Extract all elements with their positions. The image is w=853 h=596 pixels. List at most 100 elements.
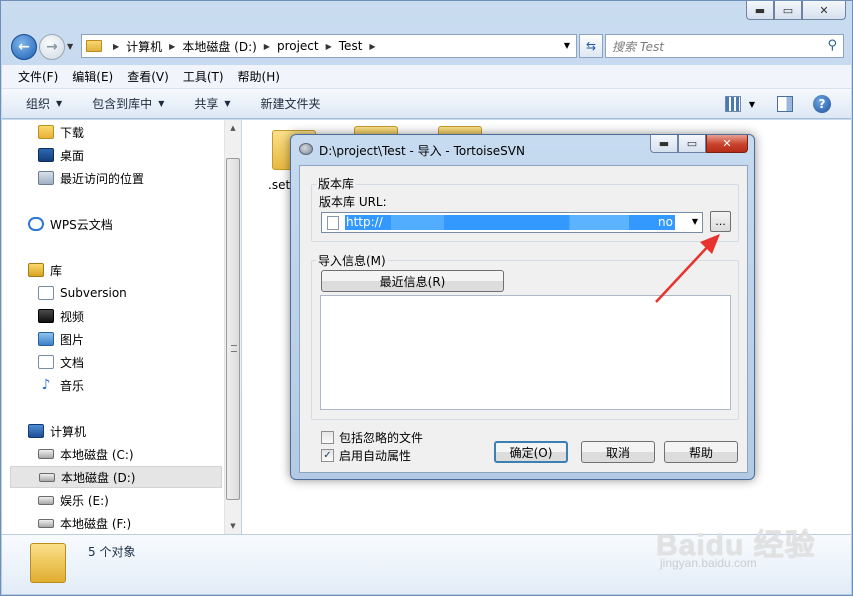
import-message-label: 导入信息(M) [316, 252, 388, 269]
nav-item-subversion[interactable]: Subversion [38, 282, 224, 304]
menu-edit[interactable]: 编辑(E) [72, 68, 113, 85]
dialog-maximize-button[interactable]: ▭ [678, 135, 706, 153]
dialog-close-button[interactable]: ✕ [706, 135, 748, 153]
chevron-right-icon: ▶ [369, 41, 376, 51]
folder-icon [86, 40, 102, 52]
drive-icon [38, 495, 54, 505]
computer-icon [28, 424, 44, 438]
forward-arrow-icon: → [46, 39, 58, 55]
command-bar: 组织 ▼ 包含到库中 ▼ 共享 ▼ 新建文件夹 ▼ ? [2, 89, 851, 119]
breadcrumb-test[interactable]: Test [339, 39, 363, 53]
search-input[interactable]: 搜索 Test ⚲ [605, 34, 844, 58]
nav-item-downloads[interactable]: 下载 [38, 121, 224, 143]
checkbox-unchecked[interactable] [321, 431, 334, 444]
nav-item-documents[interactable]: 文档 [38, 351, 224, 373]
back-arrow-icon: ← [18, 39, 30, 55]
nav-item-drive-c[interactable]: 本地磁盘 (C:) [38, 443, 224, 465]
window-caption-buttons: ▬ ▭ ✕ [746, 1, 846, 20]
breadcrumb: ▶ 计算机 ▶ 本地磁盘 (D:) ▶ project ▶ Test ▶ [106, 38, 383, 55]
dialog-caption-buttons: ▬ ▭ ✕ [650, 135, 748, 153]
ok-button[interactable]: 确定(O) [494, 441, 568, 463]
repository-url-label: 版本库 URL: [319, 193, 387, 210]
nav-item-drive-d[interactable]: 本地磁盘 (D:) [10, 466, 222, 488]
chevron-right-icon: ▶ [169, 41, 176, 51]
refresh-icon: ⇆ [585, 39, 597, 53]
cancel-button[interactable]: 取消 [581, 441, 655, 463]
nav-item-drive-f[interactable]: 本地磁盘 (F:) [38, 512, 224, 534]
breadcrumb-project[interactable]: project [277, 39, 319, 53]
enable-autoprops-checkbox[interactable]: ✓ 启用自动属性 [321, 447, 411, 464]
search-placeholder: 搜索 Test [612, 39, 665, 54]
address-dropdown-icon[interactable]: ▼ [564, 41, 570, 50]
help-icon[interactable]: ? [813, 95, 831, 113]
include-in-library-button[interactable]: 包含到库中 ▼ [92, 95, 164, 112]
chevron-right-icon: ▶ [263, 41, 270, 51]
drive-icon [39, 472, 55, 482]
document-icon [327, 215, 339, 230]
organize-button[interactable]: 组织 ▼ [26, 95, 62, 112]
scroll-down-icon[interactable]: ▼ [225, 518, 241, 534]
nav-item-wps-cloud[interactable]: WPS云文档 [28, 213, 224, 235]
grip-icon [231, 345, 237, 352]
dialog-title: D:\project\Test - 导入 - TortoiseSVN [319, 144, 525, 158]
video-icon [38, 309, 54, 323]
minimize-button[interactable]: ▬ [746, 1, 774, 20]
chevron-down-icon: ▼ [56, 99, 63, 108]
nav-scrollbar[interactable]: ▲ ▼ [224, 120, 241, 534]
nav-item-videos[interactable]: 视频 [38, 305, 224, 327]
repository-url-combo[interactable]: http://no ▼ [321, 212, 703, 233]
nav-item-drive-e[interactable]: 娱乐 (E:) [38, 489, 224, 511]
help-button[interactable]: 帮助 [664, 441, 738, 463]
search-icon[interactable]: ⚲ [827, 38, 837, 53]
breadcrumb-computer[interactable]: 计算机 [126, 38, 162, 55]
nav-item-pictures[interactable]: 图片 [38, 328, 224, 350]
breadcrumb-drive-d[interactable]: 本地磁盘 (D:) [182, 38, 256, 55]
recent-pages-dropdown[interactable]: ▼ [67, 42, 73, 51]
command-bar-right: ▼ ? [724, 95, 831, 113]
nav-item-desktop[interactable]: 桌面 [38, 144, 224, 166]
new-folder-button[interactable]: 新建文件夹 [261, 95, 321, 112]
menu-help[interactable]: 帮助(H) [238, 68, 280, 85]
menu-view[interactable]: 查看(V) [127, 68, 169, 85]
chevron-down-icon[interactable]: ▼ [692, 217, 698, 226]
watermark-url: jingyan.baidu.com [660, 556, 757, 570]
nav-item-music[interactable]: ♪ 音乐 [38, 374, 224, 396]
address-bar[interactable]: ▶ 计算机 ▶ 本地磁盘 (D:) ▶ project ▶ Test ▶ ▼ [81, 34, 577, 58]
include-ignored-checkbox[interactable]: 包括忽略的文件 [321, 429, 423, 446]
annotation-arrow-icon [655, 234, 720, 303]
nav-item-computer[interactable]: 计算机 [28, 420, 224, 442]
maximize-button[interactable]: ▭ [774, 1, 802, 20]
address-row: ← → ▼ ▶ 计算机 ▶ 本地磁盘 (D:) ▶ project ▶ Test… [9, 32, 844, 60]
chevron-right-icon: ▶ [325, 41, 332, 51]
close-button[interactable]: ✕ [802, 1, 846, 20]
desktop-icon [38, 148, 54, 162]
forward-button[interactable]: → [39, 34, 65, 60]
scroll-up-icon[interactable]: ▲ [225, 120, 241, 136]
document-icon [38, 355, 54, 369]
cloud-icon [28, 217, 44, 231]
menu-bar: 文件(F) 编辑(E) 查看(V) 工具(T) 帮助(H) [2, 65, 851, 89]
drive-icon [38, 518, 54, 528]
share-button[interactable]: 共享 ▼ [194, 95, 230, 112]
scroll-thumb[interactable] [226, 158, 240, 500]
menu-file[interactable]: 文件(F) [18, 68, 58, 85]
downloads-folder-icon [38, 125, 54, 139]
check-icon[interactable]: ✓ [321, 449, 334, 462]
change-view-icon[interactable] [724, 96, 741, 112]
preview-pane-icon[interactable] [777, 96, 793, 112]
recent-messages-button[interactable]: 最近信息(R) [321, 270, 504, 292]
tortoisesvn-icon [299, 143, 313, 155]
import-message-textarea[interactable] [320, 295, 731, 410]
repository-url-value[interactable]: http://no [345, 215, 675, 230]
view-options-dropdown[interactable]: ▼ [749, 100, 755, 109]
nav-item-recent[interactable]: 最近访问的位置 [38, 167, 224, 189]
back-button[interactable]: ← [11, 34, 37, 60]
refresh-button[interactable]: ⇆ [579, 34, 603, 58]
nav-item-libraries[interactable]: 库 [28, 259, 224, 281]
dialog-minimize-button[interactable]: ▬ [650, 135, 678, 153]
menu-tools[interactable]: 工具(T) [183, 68, 224, 85]
dialog-body: 版本库 版本库 URL: http://no ▼ ... 导入信息(M) 最近信… [299, 165, 748, 473]
folder-icon [30, 543, 66, 583]
library-icon [28, 263, 44, 277]
music-note-icon: ♪ [41, 377, 51, 393]
